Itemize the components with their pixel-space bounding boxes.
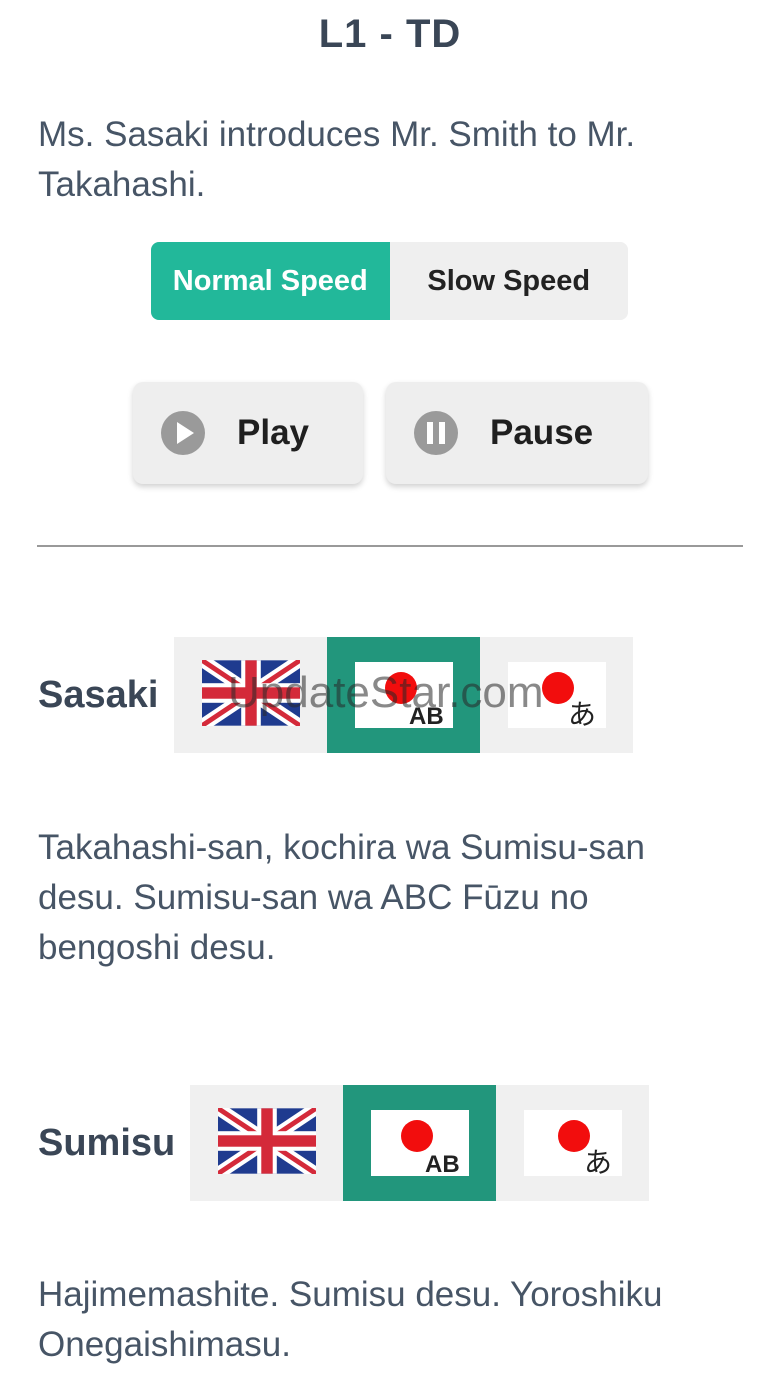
play-label: Play xyxy=(237,413,309,452)
normal-speed-button[interactable]: Normal Speed xyxy=(151,242,390,320)
japan-flag-hiragana-icon: あ xyxy=(523,1110,622,1176)
speed-toggle: Normal Speed Slow Speed xyxy=(151,242,628,320)
romaji-mode-button[interactable]: AB xyxy=(343,1085,496,1201)
hiragana-mode-button[interactable]: あ xyxy=(496,1085,649,1201)
speaker-name: Sasaki xyxy=(38,674,159,716)
speaker-name: Sumisu xyxy=(38,1122,176,1164)
svg-text:あ: あ xyxy=(568,698,596,728)
page-title: L1 - TD xyxy=(318,12,462,56)
svg-text:あ: あ xyxy=(584,1146,612,1176)
english-mode-button[interactable] xyxy=(174,637,327,753)
uk-flag-icon xyxy=(197,654,304,731)
svg-text:AB: AB xyxy=(409,703,444,728)
lesson-description: Ms. Sasaki introduces Mr. Smith to Mr. T… xyxy=(38,115,636,204)
romaji-mode-button[interactable]: AB xyxy=(327,637,480,753)
slow-speed-button[interactable]: Slow Speed xyxy=(389,242,628,320)
play-icon xyxy=(159,409,207,457)
japan-flag-romaji-icon: AB xyxy=(354,662,453,728)
uk-flag-icon xyxy=(213,1102,320,1179)
pause-button[interactable]: Pause xyxy=(386,382,648,484)
language-selector: AB あ xyxy=(174,637,633,753)
dialogue-line-text: Takahashi-san, kochira wa Sumisu-san des… xyxy=(38,828,645,967)
divider xyxy=(37,545,743,547)
japan-flag-romaji-icon: AB xyxy=(370,1110,469,1176)
language-selector: AB あ xyxy=(190,1085,649,1201)
pause-label: Pause xyxy=(490,413,594,452)
english-mode-button[interactable] xyxy=(190,1085,343,1201)
hiragana-mode-button[interactable]: あ xyxy=(480,637,633,753)
play-button[interactable]: Play xyxy=(133,382,363,484)
dialogue-line-text: Hajimemashite. Sumisu desu. Yoroshiku On… xyxy=(38,1275,663,1364)
svg-text:AB: AB xyxy=(425,1151,460,1176)
pause-icon xyxy=(412,409,460,457)
japan-flag-hiragana-icon: あ xyxy=(507,662,606,728)
